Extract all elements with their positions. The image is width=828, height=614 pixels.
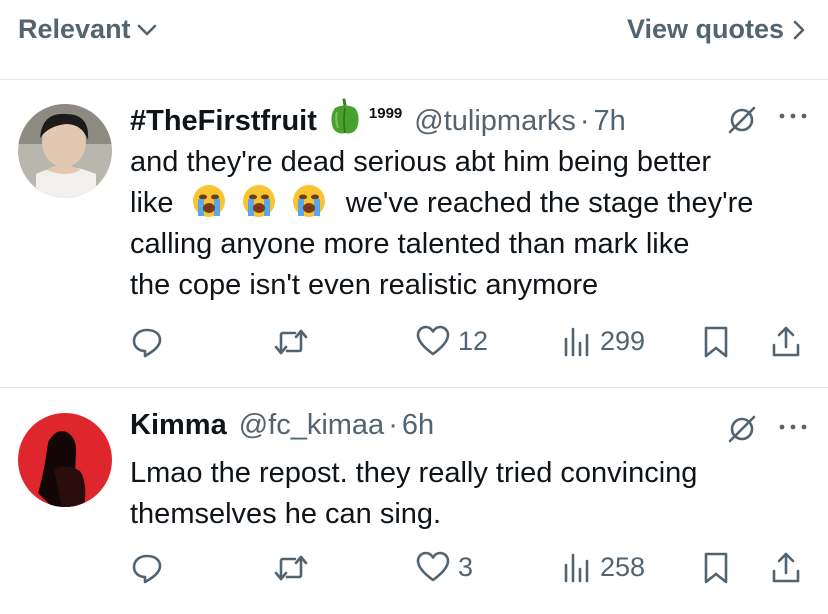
display-name[interactable]: Kimma: [130, 409, 227, 442]
views-chart-icon: [562, 551, 592, 583]
post-text-line: and they're dead serious abt him being b…: [130, 146, 712, 178]
like-button[interactable]: 3: [416, 551, 473, 583]
views-chart-icon: [562, 325, 592, 357]
loudly-crying-face-icon: [192, 184, 226, 218]
bookmark-icon: [702, 325, 730, 359]
post-text-line: themselves he can sing.: [130, 498, 442, 530]
reply-button[interactable]: [130, 325, 172, 359]
reply-sort-bar: Relevant View quotes: [0, 0, 828, 80]
sort-label: Relevant: [18, 14, 131, 44]
share-button[interactable]: [770, 325, 802, 359]
post-text: Lmao the repost. they really tried convi…: [130, 453, 810, 535]
user-handle[interactable]: @tulipmarks: [414, 105, 576, 138]
loudly-crying-face-icon: [292, 184, 326, 218]
bookmark-button[interactable]: [702, 551, 730, 585]
bookmark-icon: [702, 551, 730, 585]
green-bell-pepper-icon: [327, 98, 363, 144]
post-time[interactable]: 6h: [402, 409, 434, 442]
post-text: and they're dead serious abt him being b…: [130, 142, 810, 306]
views-button[interactable]: 299: [562, 325, 645, 357]
view-quotes-link[interactable]: View quotes: [627, 14, 806, 45]
repost-button[interactable]: [273, 325, 317, 359]
repost-icon: [273, 325, 309, 359]
post-text-line: the cope isn't even realistic anymore: [130, 269, 599, 301]
user-handle[interactable]: @fc_kimaa: [239, 409, 384, 442]
view-quotes-label: View quotes: [626, 14, 784, 44]
grok-icon[interactable]: [726, 413, 758, 450]
post-header: #TheFirstfruit 1999 @tulipmarks · 7h: [130, 98, 626, 144]
separator: ·: [388, 409, 398, 441]
avatar[interactable]: [18, 413, 112, 507]
bookmark-button[interactable]: [702, 325, 730, 359]
action-bar: 3 258: [130, 551, 810, 591]
reply-post[interactable]: Kimma @fc_kimaa · 6h Lmao the repost. th…: [0, 389, 828, 614]
chevron-right-icon: [792, 19, 806, 41]
name-suffix: 1999: [368, 104, 403, 122]
views-count: 299: [600, 325, 646, 356]
reply-icon: [130, 325, 164, 359]
more-options-icon[interactable]: [778, 419, 808, 437]
reply-post[interactable]: #TheFirstfruit 1999 @tulipmarks · 7h and…: [0, 80, 828, 388]
action-bar: 12 299: [130, 325, 810, 365]
sort-dropdown[interactable]: Relevant: [18, 14, 157, 45]
display-name[interactable]: #TheFirstfruit: [130, 105, 317, 138]
repost-button[interactable]: [273, 551, 317, 585]
post-text-fragment: we've reached the stage they're: [345, 187, 754, 219]
post-text-line: calling anyone more talented than mark l…: [130, 228, 690, 260]
share-button[interactable]: [770, 551, 802, 585]
views-button[interactable]: 258: [562, 551, 645, 583]
heart-icon: [416, 325, 450, 357]
more-options-icon[interactable]: [778, 108, 808, 126]
like-button[interactable]: 12: [416, 325, 488, 357]
chevron-down-icon: [137, 23, 157, 37]
post-time[interactable]: 7h: [594, 105, 626, 138]
loudly-crying-face-icon: [242, 184, 276, 218]
repost-icon: [273, 551, 309, 585]
share-icon: [770, 325, 802, 359]
avatar[interactable]: [18, 104, 112, 198]
grok-icon[interactable]: [726, 104, 758, 141]
views-count: 258: [600, 551, 646, 582]
like-count: 12: [458, 325, 489, 356]
reply-icon: [130, 551, 164, 585]
like-count: 3: [458, 551, 474, 582]
share-icon: [770, 551, 802, 585]
separator: ·: [579, 104, 590, 137]
heart-icon: [416, 551, 450, 583]
reply-button[interactable]: [130, 551, 172, 585]
post-text-line: Lmao the repost. they really tried convi…: [130, 457, 698, 489]
post-header: Kimma @fc_kimaa · 6h: [130, 409, 434, 442]
post-text-fragment: like: [130, 187, 174, 219]
post-text-line: like we've reached the stage they're: [130, 183, 810, 224]
